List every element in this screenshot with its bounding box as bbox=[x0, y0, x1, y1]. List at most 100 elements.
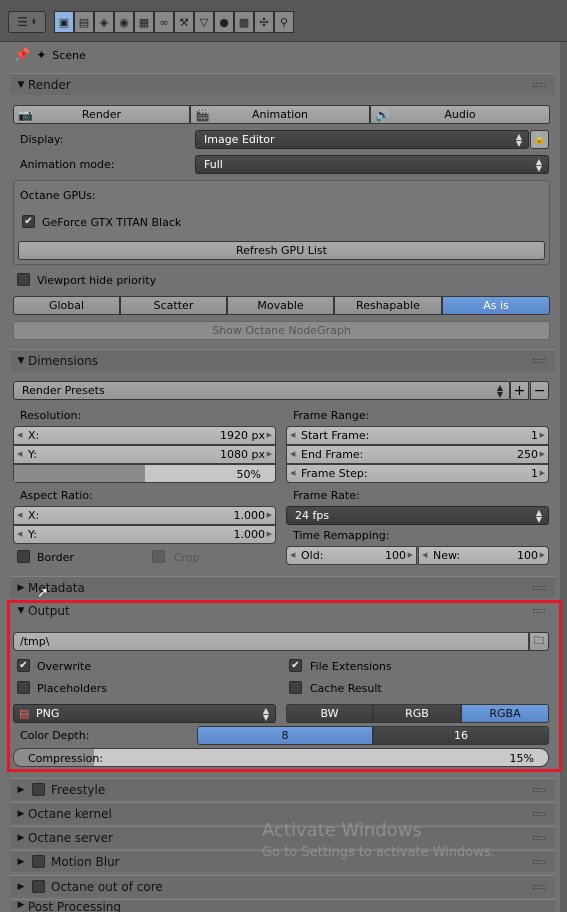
arrow-left-icon: ◀ bbox=[422, 551, 428, 559]
segment-global[interactable]: Global bbox=[13, 296, 120, 315]
scene-label: Scene bbox=[52, 48, 86, 62]
scene-icon[interactable]: ◈ bbox=[94, 11, 114, 33]
resolution-x-field[interactable]: ◀ X: 1920 px ▶ bbox=[13, 426, 276, 445]
data-icon[interactable]: ▽ bbox=[194, 11, 214, 33]
particles-icon[interactable]: ✣ bbox=[254, 11, 274, 33]
frame-rate-dropdown[interactable]: 24 fps ▲ ▼ bbox=[286, 506, 549, 525]
resolution-y-field[interactable]: ◀ Y: 1080 px ▶ bbox=[13, 445, 276, 464]
drag-grip-icon[interactable] bbox=[533, 83, 545, 87]
refresh-gpu-button[interactable]: Refresh GPU List bbox=[18, 241, 545, 260]
border-checkbox[interactable] bbox=[17, 550, 30, 563]
activate-windows-subtext: Go to Settings to activate Windows. bbox=[262, 845, 495, 860]
metadata-panel-header[interactable]: ▶ Metadata bbox=[10, 576, 555, 598]
render-layers-icon[interactable]: ▤ bbox=[74, 11, 94, 33]
arrow-left-icon: ◀ bbox=[290, 431, 296, 439]
frame-range-label: Frame Range: bbox=[293, 409, 370, 422]
start-frame-field[interactable]: ◀ Start Frame: 1 ▶ bbox=[286, 426, 549, 445]
arrow-right-icon: ▶ bbox=[266, 511, 272, 519]
properties-editor-icon: ☰ bbox=[17, 15, 28, 29]
drag-grip-icon[interactable] bbox=[533, 860, 545, 864]
minus-icon: − bbox=[533, 382, 546, 399]
field-label: X: bbox=[28, 429, 40, 442]
segment-as-is[interactable]: As is bbox=[442, 296, 550, 315]
arrow-right-icon: ▶ bbox=[539, 450, 545, 458]
motion-blur-checkbox[interactable] bbox=[32, 855, 45, 868]
field-label: Frame Step: bbox=[301, 467, 368, 480]
field-value: 250 bbox=[517, 448, 538, 461]
properties-editor: ☰ ⬍ ▣ ▤ ◈ ◉ ▦ ∞ ⚒ ▽ ● ▩ ✣ ⚲ 📌 ✦ Scene ▼ R… bbox=[0, 0, 567, 912]
viewport-hide-checkbox[interactable] bbox=[17, 273, 30, 286]
octane-out-of-core-panel-header[interactable]: ▶ Octane out of core bbox=[10, 875, 555, 897]
drag-grip-icon[interactable] bbox=[533, 836, 545, 840]
lock-icon[interactable]: 🔒 bbox=[530, 130, 549, 149]
arrow-right-icon: ▶ bbox=[266, 431, 272, 439]
drag-grip-icon[interactable] bbox=[533, 586, 545, 590]
arrow-right-icon: ▶ bbox=[539, 469, 545, 477]
remap-old-field[interactable]: ◀ Old: 100 ▶ bbox=[286, 546, 417, 565]
render-panel-header[interactable]: ▼ Render bbox=[10, 73, 555, 95]
audio-button[interactable]: 🔊 Audio bbox=[370, 105, 550, 124]
field-value: 1 bbox=[531, 429, 538, 442]
field-value: 1.000 bbox=[233, 509, 266, 522]
post-processing-panel-header[interactable]: ▶ Post Processing bbox=[10, 899, 555, 912]
arrow-right-icon: ▶ bbox=[266, 530, 272, 538]
drag-grip-icon[interactable] bbox=[533, 812, 545, 816]
pin-icon[interactable]: 📌 bbox=[14, 48, 30, 63]
add-preset-button[interactable]: + bbox=[510, 381, 529, 400]
physics-icon[interactable]: ⚲ bbox=[274, 11, 294, 33]
freestyle-panel-header[interactable]: ▶ Freestyle bbox=[10, 778, 555, 800]
gpu-checkbox[interactable]: ✔ bbox=[22, 215, 35, 228]
field-value: 1.000 bbox=[233, 528, 266, 541]
crop-checkbox[interactable] bbox=[152, 550, 165, 563]
aspect-y-field[interactable]: ◀ Y: 1.000 ▶ bbox=[13, 525, 276, 544]
speaker-icon: 🔊 bbox=[375, 107, 390, 122]
object-icon[interactable]: ▦ bbox=[134, 11, 154, 33]
segment-label: As is bbox=[483, 299, 509, 312]
segment-scatter[interactable]: Scatter bbox=[120, 296, 227, 315]
triangle-right-icon: ▶ bbox=[17, 808, 25, 819]
world-icon[interactable]: ◉ bbox=[114, 11, 134, 33]
editor-type-button[interactable]: ☰ ⬍ bbox=[8, 11, 46, 33]
segment-label: Movable bbox=[257, 299, 304, 312]
triangle-down-icon: ▼ bbox=[17, 79, 25, 90]
display-dropdown[interactable]: Image Editor ▲ ▼ bbox=[195, 130, 529, 149]
show-nodegraph-button[interactable]: Show Octane NodeGraph bbox=[13, 321, 550, 340]
chevron-updown-icon: ▲ ▼ bbox=[535, 508, 542, 524]
out-of-core-checkbox[interactable] bbox=[32, 880, 45, 893]
dimensions-panel-header[interactable]: ▼ Dimensions bbox=[10, 349, 555, 371]
material-icon[interactable]: ● bbox=[214, 11, 234, 33]
freestyle-checkbox[interactable] bbox=[32, 783, 45, 796]
scrollbar[interactable] bbox=[560, 42, 567, 912]
gpu-name: GeForce GTX TITAN Black bbox=[42, 216, 182, 229]
arrow-right-icon: ▶ bbox=[539, 551, 545, 559]
segment-reshapable[interactable]: Reshapable bbox=[334, 296, 442, 315]
remap-new-field[interactable]: ◀ New: 100 ▶ bbox=[418, 546, 549, 565]
animation-button[interactable]: 🎬 Animation bbox=[190, 105, 370, 124]
animation-mode-dropdown[interactable]: Full ▲ ▼ bbox=[195, 155, 549, 174]
constraints-icon[interactable]: ∞ bbox=[154, 11, 174, 33]
field-label: Y: bbox=[28, 448, 37, 461]
resolution-percentage-slider[interactable]: 50% bbox=[13, 464, 276, 483]
chevron-updown-icon: ▲ ▼ bbox=[515, 132, 522, 148]
drag-grip-icon[interactable] bbox=[533, 885, 545, 889]
drag-grip-icon[interactable] bbox=[533, 788, 545, 792]
crop-label: Crop bbox=[174, 551, 200, 564]
remove-preset-button[interactable]: − bbox=[530, 381, 549, 400]
drag-grip-icon[interactable] bbox=[533, 359, 545, 363]
segment-label: Global bbox=[48, 299, 85, 312]
segment-movable[interactable]: Movable bbox=[227, 296, 334, 315]
end-frame-field[interactable]: ◀ End Frame: 250 ▶ bbox=[286, 445, 549, 464]
render-icon[interactable]: ▣ bbox=[54, 11, 74, 33]
aspect-x-field[interactable]: ◀ X: 1.000 ▶ bbox=[13, 506, 276, 525]
arrow-left-icon: ◀ bbox=[17, 450, 23, 458]
button-label: Render bbox=[81, 108, 122, 121]
frame-step-field[interactable]: ◀ Frame Step: 1 ▶ bbox=[286, 464, 549, 483]
resolution-label: Resolution: bbox=[20, 409, 82, 422]
dropdown-value: Image Editor bbox=[204, 133, 275, 146]
texture-icon[interactable]: ▩ bbox=[234, 11, 254, 33]
render-presets-dropdown[interactable]: Render Presets ▲ ▼ bbox=[13, 381, 510, 400]
panel-title: Render bbox=[28, 77, 71, 92]
render-button[interactable]: 📷 Render bbox=[13, 105, 190, 124]
panel-title: Freestyle bbox=[51, 782, 106, 797]
modifiers-icon[interactable]: ⚒ bbox=[174, 11, 194, 33]
